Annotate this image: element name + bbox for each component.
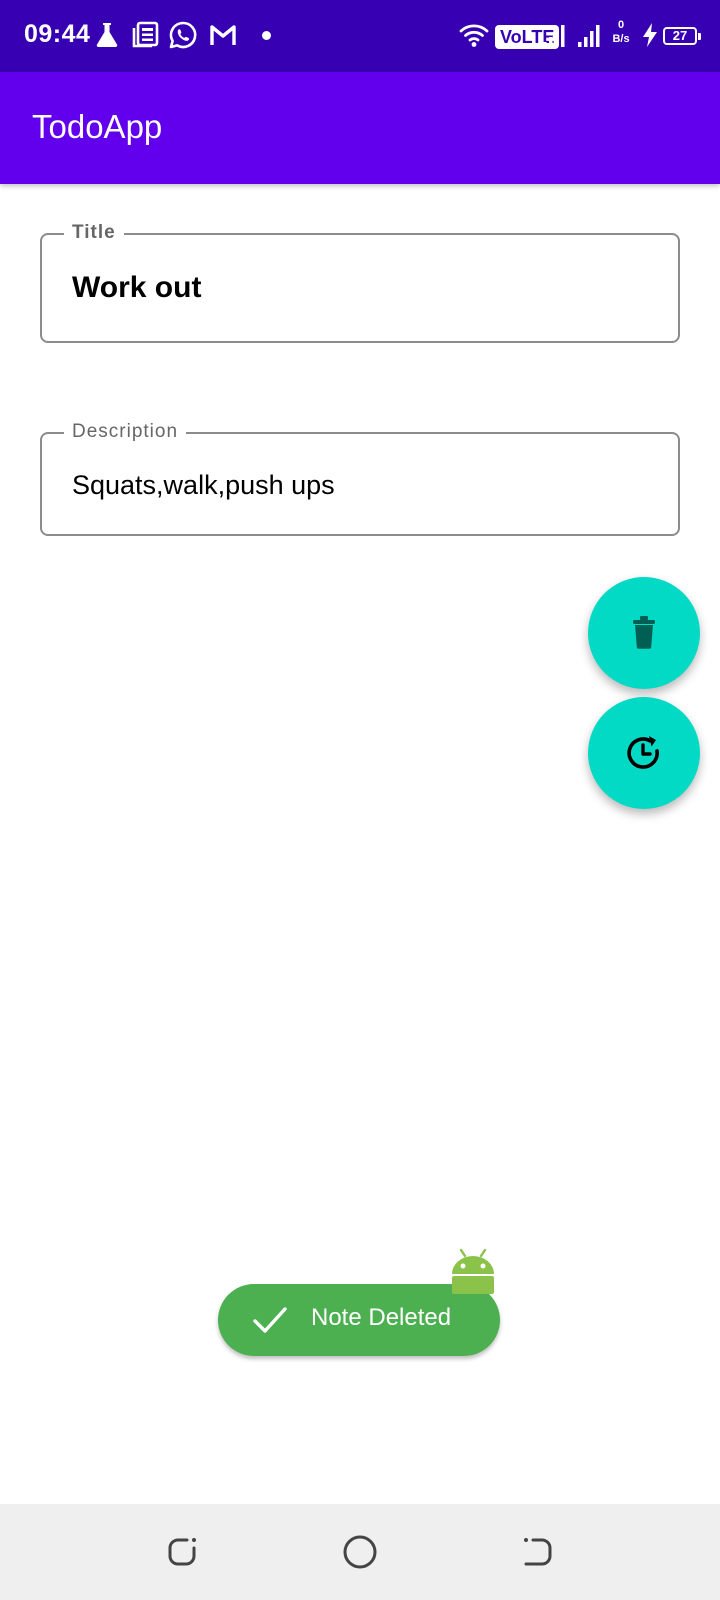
title-field[interactable]: Title Work out [40, 221, 680, 343]
signal-icon-1 [543, 25, 565, 47]
notification-dot [262, 31, 271, 40]
title-label: Title [64, 221, 124, 245]
restore-button[interactable] [588, 697, 700, 809]
app-bar: TodoApp [0, 72, 720, 184]
android-icon [452, 1248, 494, 1294]
recents-icon[interactable] [514, 1530, 558, 1574]
signal-icon-2 [578, 25, 600, 47]
check-icon [253, 1307, 287, 1333]
network-speed: 0 B/s [608, 18, 634, 46]
status-bar: 09:44 VoLTE 0 B/s 27 [0, 0, 720, 72]
battery-icon: 27 [663, 27, 701, 45]
app-title: TodoApp [32, 108, 163, 145]
description-input[interactable]: Squats,walk,push ups [72, 470, 335, 501]
description-label: Description [64, 420, 187, 444]
toast-message: Note Deleted [311, 1304, 452, 1331]
flask-icon [96, 23, 118, 47]
trash-icon [633, 616, 655, 649]
description-field[interactable]: Description Squats,walk,push ups [40, 420, 680, 536]
history-icon [627, 736, 659, 769]
title-input[interactable]: Work out [72, 271, 201, 305]
whatsapp-icon [169, 21, 197, 49]
delete-button[interactable] [588, 577, 700, 689]
navigation-bar [0, 1504, 720, 1600]
home-icon[interactable] [338, 1530, 382, 1574]
status-time: 09:44 [24, 20, 91, 48]
charging-icon [643, 23, 657, 47]
gmail-icon [210, 25, 236, 45]
network-speed-unit: B/s [612, 33, 630, 45]
wifi-icon [459, 24, 489, 47]
back-icon[interactable] [162, 1530, 206, 1574]
news-icon [132, 21, 159, 48]
network-speed-value: 0 [617, 19, 625, 31]
